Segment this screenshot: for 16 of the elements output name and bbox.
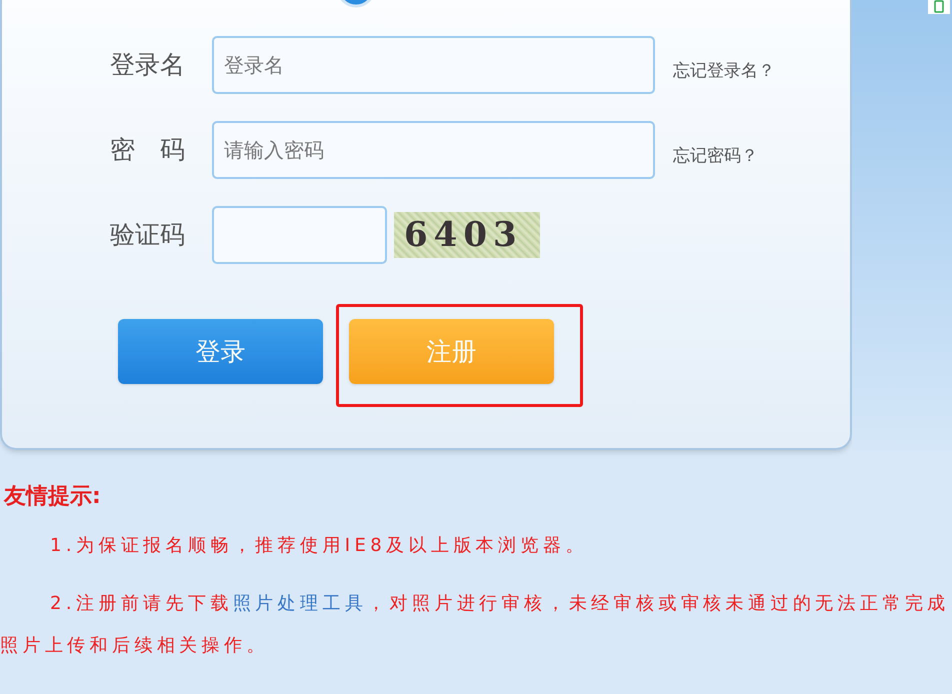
phone-icon [928,0,950,14]
login-button[interactable]: 登录 [118,319,323,384]
forgot-link[interactable]: 忘记密码？ [673,144,758,170]
captcha-field[interactable] [212,206,387,264]
photo-tool-link[interactable]: 照片处理工具 [232,593,368,614]
forgot-link[interactable]: 忘记登录名？ [673,59,775,85]
notice-text: 2.注册前请先下载 照片处理工具，对照片进行审核，未经审核或审核未通过的无法正常完成照片上传和后续相关操作。 [0,592,951,658]
field-label: 密 码 [110,134,186,166]
notice-title: 友情提示: [2,483,102,511]
input-field[interactable]: 登录名 [212,36,655,94]
input-field[interactable]: 请输入密码 [212,121,655,179]
field-label: 登录名 [110,49,186,82]
register-button[interactable]: 注册 [349,319,554,384]
captcha-image: 6403 [394,212,540,258]
field-label: 验证码 [110,219,186,252]
notice-text: 1.为保证报名顺畅，推荐使用IE8及以上版本浏览器。 [49,534,589,558]
